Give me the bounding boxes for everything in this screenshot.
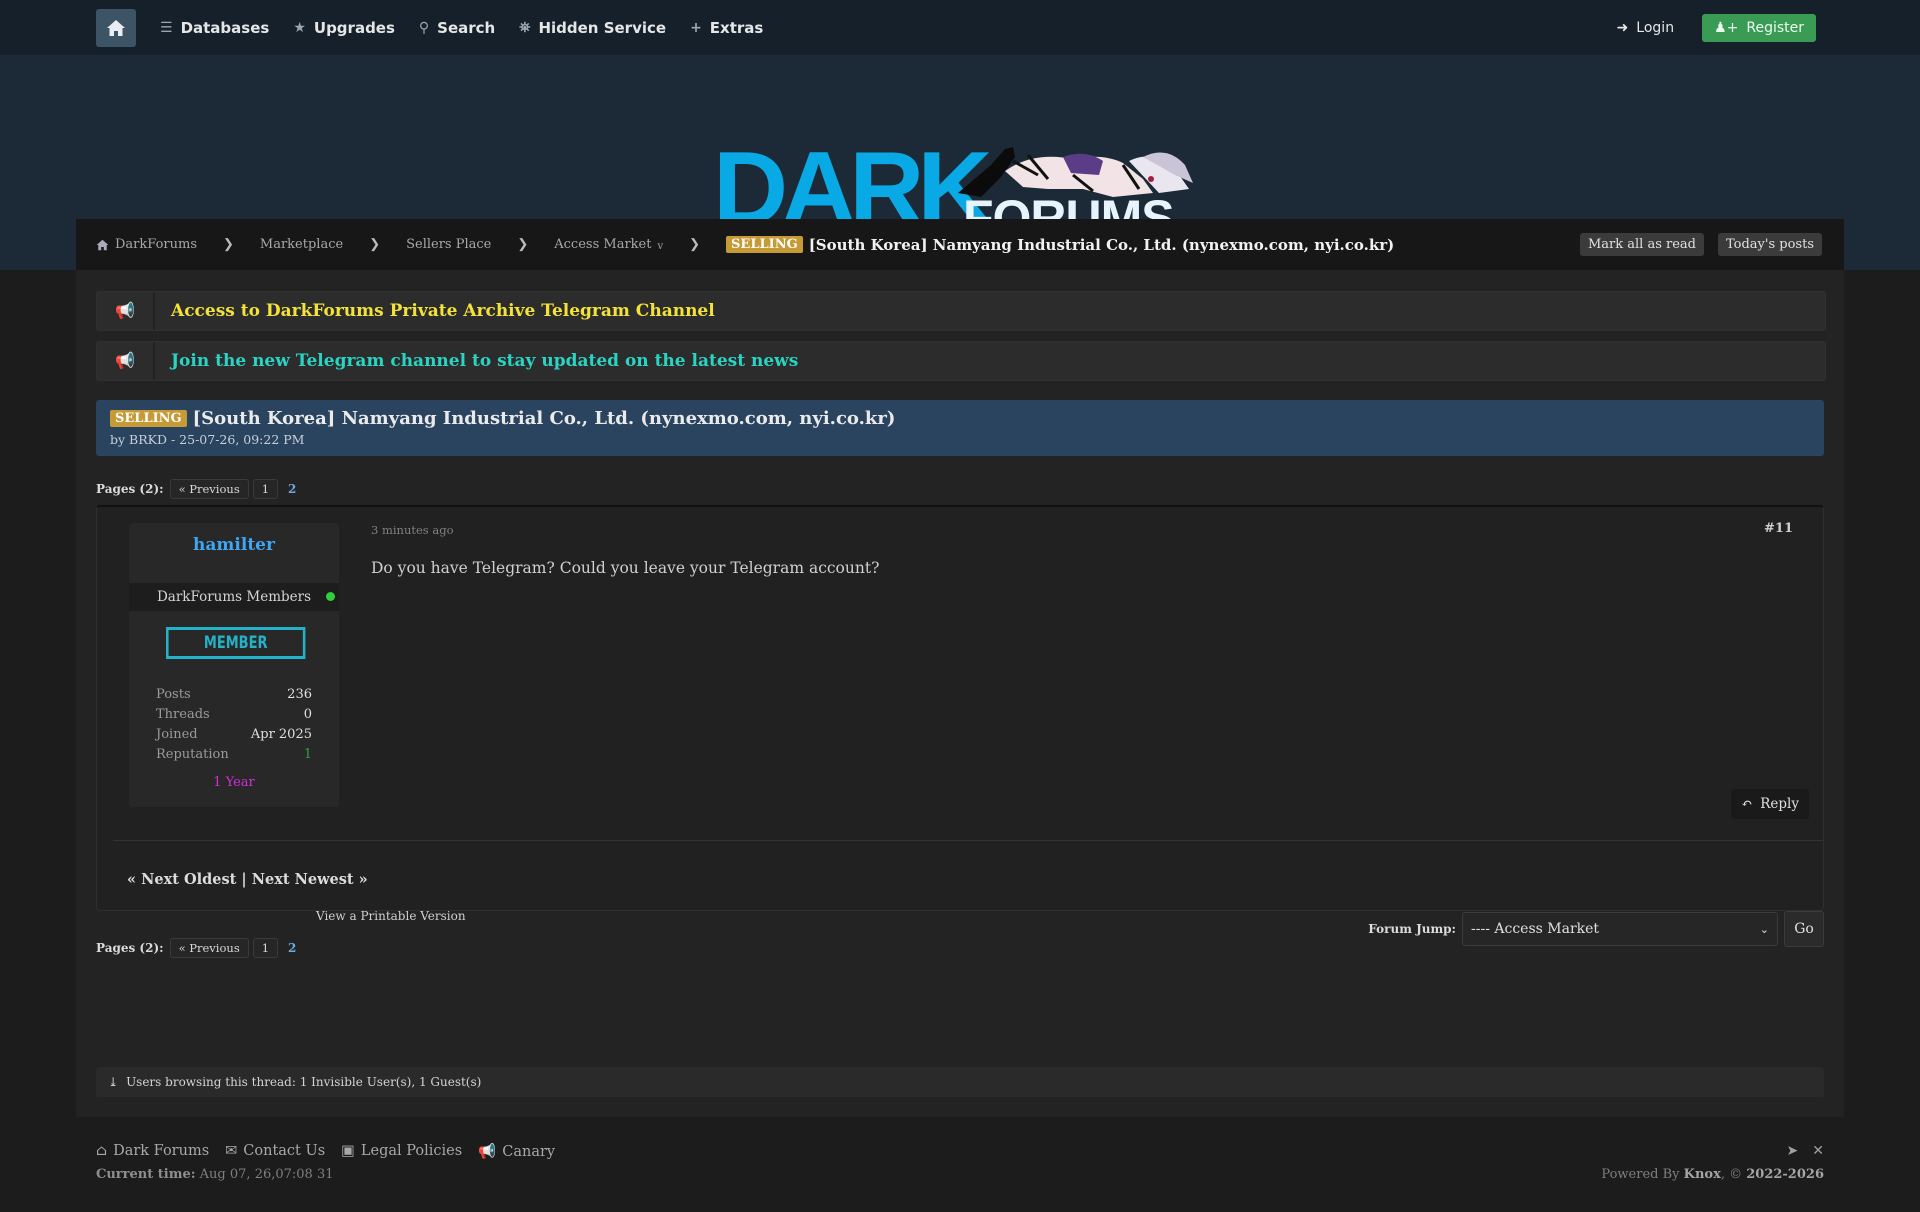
login-icon: ➜ — [1616, 19, 1629, 36]
social-links: ➤ ✕ — [1787, 1143, 1824, 1159]
home-button[interactable] — [96, 8, 136, 47]
breadcrumb-sellers-place[interactable]: Sellers Place — [406, 237, 491, 252]
thread-next-prev-nav[interactable]: « Next Oldest | Next Newest » — [127, 871, 368, 888]
chevron-right-icon: ❯ — [369, 237, 381, 252]
previous-page-button[interactable]: « Previous — [169, 938, 249, 958]
footer-link-legal[interactable]: ▣ Legal Policies — [341, 1143, 462, 1160]
forum-jump-select[interactable]: ---- Access Market ⌄ — [1462, 912, 1778, 946]
home-icon: ⌂ — [96, 1143, 108, 1159]
footer-link-canary[interactable]: 📢 Canary — [478, 1143, 555, 1160]
user-plus-icon: ♟+ — [1714, 19, 1739, 36]
thread-meta: by BRKD - 25-07-26, 09:22 PM — [110, 432, 305, 447]
nav-extras[interactable]: + Extras — [690, 19, 763, 37]
forum-jump: Forum Jump: ---- Access Market ⌄ Go — [1368, 911, 1824, 947]
download-icon: ⤓ — [108, 1075, 119, 1089]
breadcrumb-current-thread: SELLING [South Korea] Namyang Industrial… — [726, 236, 1394, 254]
footer-link-contact[interactable]: ✉ Contact Us — [225, 1143, 325, 1160]
home-icon — [107, 19, 125, 36]
post-author-panel: hamilter DarkForums Members MEMBER Posts… — [129, 523, 339, 807]
megaphone-icon: 📢 — [478, 1144, 497, 1160]
breadcrumb-access-market[interactable]: Access Market v — [554, 237, 663, 252]
plus-icon: + — [690, 19, 702, 36]
chevron-down-icon: ⌄ — [1759, 922, 1769, 936]
footer-link-dark-forums[interactable]: ⌂ Dark Forums — [96, 1143, 209, 1160]
main-container: DarkForums ❯ Marketplace ❯ Sellers Place… — [76, 219, 1844, 1117]
nav-search[interactable]: ⚲ Search — [419, 19, 495, 37]
nav-upgrades[interactable]: ★ Upgrades — [293, 19, 395, 37]
post-body: Do you have Telegram? Could you leave yo… — [371, 559, 880, 577]
page-2-current[interactable]: 2 — [282, 939, 302, 957]
author-username[interactable]: hamilter — [129, 535, 339, 555]
pagination-bottom: Pages (2): « Previous 1 2 — [96, 938, 302, 958]
pagination-top: Pages (2): « Previous 1 2 — [96, 479, 302, 499]
envelope-icon: ✉ — [225, 1143, 238, 1159]
rank-badge: MEMBER — [166, 627, 306, 659]
todays-posts-button[interactable]: Today's posts — [1718, 233, 1822, 256]
post: hamilter DarkForums Members MEMBER Posts… — [96, 505, 1824, 911]
author-stats: Posts 236 Threads 0 Joined Apr 2025 Reputat… — [156, 687, 312, 762]
powered-by: Powered By Knox, © 2022-2026 — [1601, 1167, 1824, 1182]
announcement-telegram-archive[interactable]: 📢 Access to DarkForums Private Archive T… — [96, 291, 1826, 331]
megaphone-icon: 📢 — [97, 292, 155, 330]
login-link[interactable]: ➜ Login — [1617, 20, 1675, 36]
chevron-right-icon: ❯ — [517, 237, 529, 252]
author-tenure: 1 Year — [213, 775, 255, 790]
search-icon: ⚲ — [418, 19, 430, 36]
current-time: Current time: Aug 07, 26,07:08 31 — [96, 1167, 334, 1182]
reply-button[interactable]: ↶ Reply — [1730, 789, 1809, 819]
previous-page-button[interactable]: « Previous — [169, 479, 249, 499]
online-status-dot — [326, 592, 335, 601]
star-icon: ★ — [293, 19, 306, 36]
users-browsing-bar: ⤓ Users browsing this thread: 1 Invisibl… — [96, 1067, 1824, 1097]
x-icon[interactable]: ✕ — [1812, 1143, 1824, 1159]
nav-hidden-service[interactable]: ⛯ Hidden Service — [519, 19, 666, 37]
selling-badge: SELLING — [726, 236, 803, 253]
megaphone-icon: 📢 — [97, 342, 155, 380]
announcement-telegram-news[interactable]: 📢 Join the new Telegram channel to stay … — [96, 341, 1826, 381]
top-navbar: ☰ Databases ★ Upgrades ⚲ Search ⛯ Hidden Ser… — [0, 0, 1920, 55]
post-date: 3 minutes ago — [371, 523, 454, 537]
page-2-current[interactable]: 2 — [282, 480, 302, 498]
nav-databases[interactable]: ☰ Databases — [160, 19, 269, 37]
breadcrumb-darkforums[interactable]: DarkForums — [96, 237, 197, 252]
forum-jump-go-button[interactable]: Go — [1784, 911, 1824, 947]
post-divider — [113, 840, 1823, 841]
chevron-right-icon: ❯ — [689, 237, 701, 252]
printable-version-link[interactable]: View a Printable Version — [316, 909, 466, 923]
author-usergroup: DarkForums Members — [129, 583, 339, 611]
database-icon: ☰ — [160, 19, 173, 36]
breadcrumb-marketplace[interactable]: Marketplace — [260, 237, 343, 252]
thread-title: SELLING [South Korea] Namyang Industrial… — [110, 408, 895, 429]
knox-link[interactable]: Knox — [1684, 1167, 1721, 1182]
telegram-icon[interactable]: ➤ — [1787, 1143, 1799, 1159]
building-icon: ⛯ — [519, 19, 531, 36]
reply-icon: ↶ — [1740, 796, 1753, 812]
selling-badge: SELLING — [110, 410, 187, 427]
page-1-button[interactable]: 1 — [252, 479, 279, 499]
dropdown-marker[interactable]: v — [657, 241, 663, 252]
thread-title-box: SELLING [South Korea] Namyang Industrial… — [96, 400, 1824, 456]
chevron-right-icon: ❯ — [223, 237, 234, 252]
home-icon — [96, 239, 109, 250]
register-button[interactable]: ♟+ Register — [1702, 13, 1816, 42]
page-1-button[interactable]: 1 — [252, 938, 279, 958]
post-number-link[interactable]: #11 — [1764, 521, 1793, 536]
breadcrumb: DarkForums ❯ Marketplace ❯ Sellers Place… — [76, 219, 1844, 270]
briefcase-icon: ▣ — [341, 1143, 355, 1159]
mark-all-read-button[interactable]: Mark all as read — [1579, 233, 1704, 256]
footer: ⌂ Dark Forums ✉ Contact Us ▣ Legal Policies… — [96, 1143, 1824, 1182]
